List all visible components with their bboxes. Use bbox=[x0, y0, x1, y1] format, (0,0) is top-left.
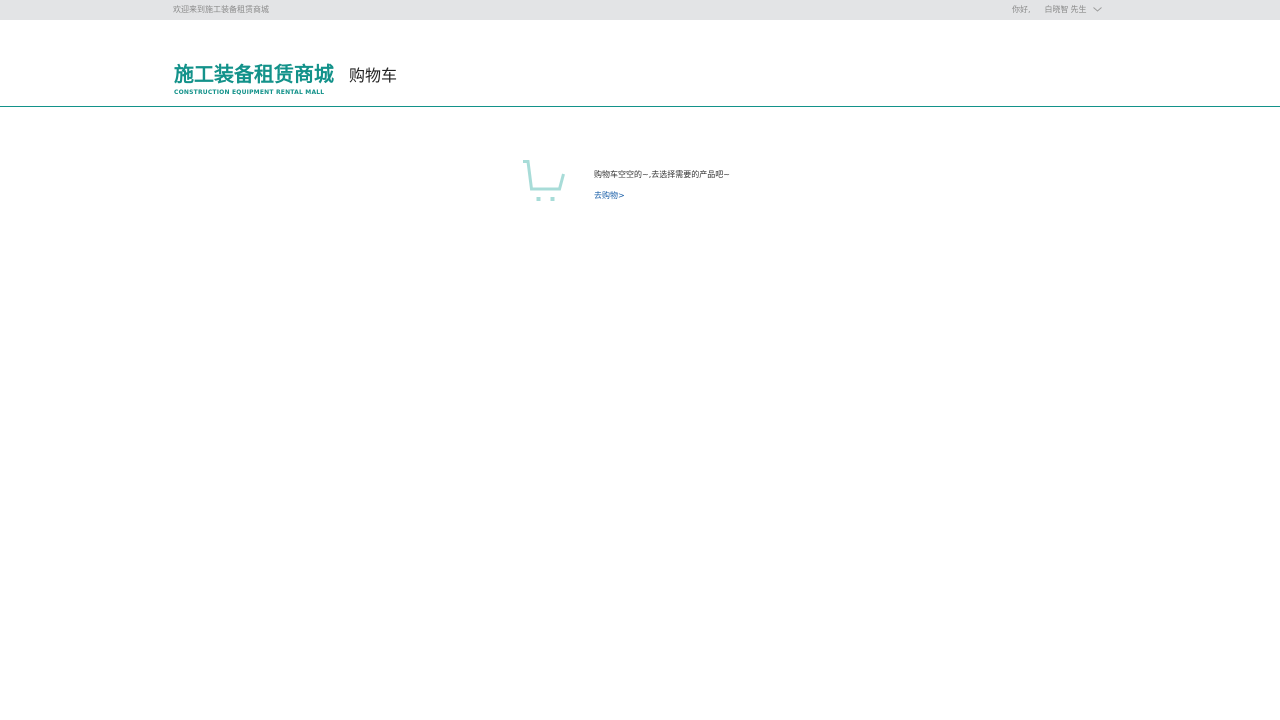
go-shopping-link[interactable]: 去购物> bbox=[594, 191, 625, 201]
site-header: 施工装备租赁商城 CONSTRUCTION EQUIPMENT RENTAL M… bbox=[0, 20, 1280, 107]
logo-english-name: CONSTRUCTION EQUIPMENT RENTAL MALL bbox=[174, 89, 325, 96]
welcome-text: 欢迎来到施工装备租赁商城 bbox=[173, 5, 269, 14]
user-name[interactable]: 白晓智 bbox=[1045, 5, 1069, 15]
user-menu[interactable]: 你好, 白晓智 先生 bbox=[1012, 5, 1102, 15]
logo-chinese-name: 施工装备租赁商城 bbox=[174, 62, 334, 86]
site-logo[interactable]: 施工装备租赁商城 CONSTRUCTION EQUIPMENT RENTAL M… bbox=[174, 62, 334, 97]
user-title[interactable]: 先生 bbox=[1071, 5, 1087, 15]
shopping-cart-icon bbox=[522, 160, 566, 204]
top-bar: 欢迎来到施工装备租赁商城 你好, 白晓智 先生 bbox=[0, 0, 1280, 20]
chevron-down-icon[interactable] bbox=[1092, 6, 1102, 13]
page-title: 购物车 bbox=[349, 66, 398, 85]
empty-cart-notice: 购物车空空的~,去选择需要的产品吧~ 去购物> bbox=[522, 160, 822, 210]
greeting-text: 你好, bbox=[1012, 5, 1031, 14]
empty-cart-message: 购物车空空的~,去选择需要的产品吧~ bbox=[594, 170, 730, 179]
